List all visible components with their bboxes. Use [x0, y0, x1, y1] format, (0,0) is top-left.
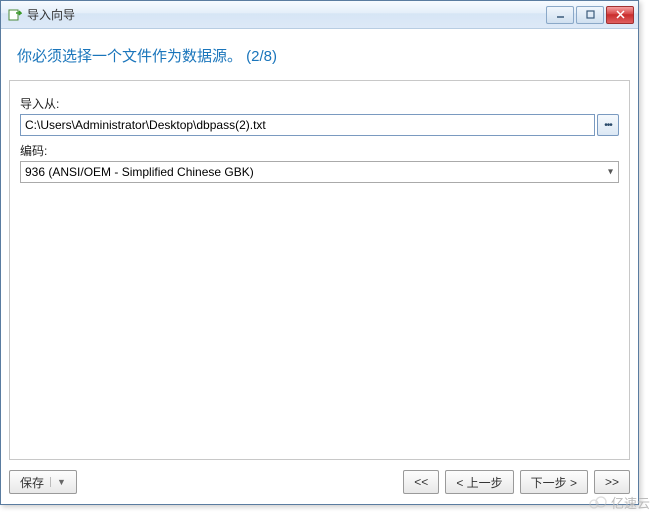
browse-button[interactable]: ••• [597, 114, 619, 136]
wizard-footer: 保存 ▼ << < 上一步 下一步 > >> [9, 468, 630, 496]
window-title: 导入向导 [27, 6, 546, 23]
form-panel: 导入从: ••• 编码: 936 (ANSI/OEM - Simplified … [9, 80, 630, 460]
titlebar: 导入向导 [1, 1, 638, 29]
encoding-label: 编码: [20, 142, 619, 159]
minimize-button[interactable] [546, 6, 574, 24]
previous-button[interactable]: < 上一步 [445, 470, 513, 494]
encoding-value: 936 (ANSI/OEM - Simplified Chinese GBK) [25, 165, 254, 179]
ellipsis-icon: ••• [604, 120, 612, 131]
page-heading: 你必须选择一个文件作为数据源。 (2/8) [9, 37, 630, 80]
close-button[interactable] [606, 6, 634, 24]
first-button[interactable]: << [403, 470, 439, 494]
dropdown-icon: ▼ [50, 477, 66, 487]
last-button[interactable]: >> [594, 470, 630, 494]
app-icon [7, 7, 23, 23]
next-button[interactable]: 下一步 > [520, 470, 588, 494]
maximize-button[interactable] [576, 6, 604, 24]
import-from-label: 导入从: [20, 95, 619, 112]
import-from-input[interactable] [20, 114, 595, 136]
save-button[interactable]: 保存 ▼ [9, 470, 77, 494]
encoding-select[interactable]: 936 (ANSI/OEM - Simplified Chinese GBK) [20, 161, 619, 183]
